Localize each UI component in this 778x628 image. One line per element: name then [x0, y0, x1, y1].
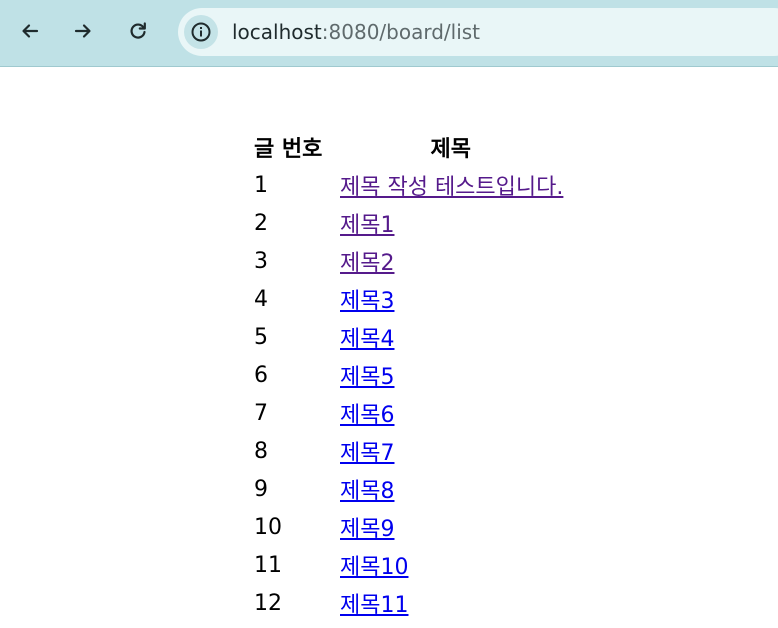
- table-row: 9 제목8: [252, 470, 565, 508]
- address-bar[interactable]: localhost:8080/board/list: [178, 8, 778, 56]
- post-title-cell: 제목6: [338, 394, 565, 432]
- post-title-link[interactable]: 제목11: [340, 593, 408, 618]
- post-title-cell: 제목7: [338, 432, 565, 470]
- post-number: 8: [254, 438, 268, 464]
- post-title-link[interactable]: 제목 작성 테스트입니다.: [340, 175, 563, 200]
- table-row: 8 제목7: [252, 432, 565, 470]
- arrow-right-icon: [74, 24, 91, 38]
- post-title-link[interactable]: 제목6: [340, 403, 394, 428]
- board-table: 글 번호 제목 1 제목 작성 테스트입니다. 2 제목1 3 제목2 4 제목3 5 제목4 6 제…: [250, 128, 567, 622]
- post-number: 6: [254, 362, 268, 388]
- header-number: 글 번호: [254, 137, 323, 162]
- url-host: localhost: [232, 20, 322, 44]
- url-path: :8080/board/list: [321, 20, 481, 44]
- table-row: 4 제목3: [252, 280, 565, 318]
- post-number: 4: [254, 286, 268, 312]
- table-row: 5 제목4: [252, 318, 565, 356]
- post-number: 9: [254, 476, 268, 502]
- post-title-link[interactable]: 제목9: [340, 517, 394, 542]
- post-number: 3: [254, 248, 268, 274]
- post-title-cell: 제목5: [338, 356, 565, 394]
- table-body: 1 제목 작성 테스트입니다. 2 제목1 3 제목2 4 제목3 5 제목4 6 제목5 7 제목6 8 제…: [252, 166, 565, 622]
- info-icon: [191, 22, 211, 42]
- post-number: 1: [254, 172, 268, 198]
- post-title-link[interactable]: 제목10: [340, 555, 408, 580]
- table-row: 2 제목1: [252, 204, 565, 242]
- post-number: 10: [254, 514, 282, 540]
- post-number: 2: [254, 210, 268, 236]
- url-text[interactable]: localhost:8080/board/list: [232, 20, 480, 44]
- board-list: 글 번호 제목 1 제목 작성 테스트입니다. 2 제목1 3 제목2 4 제목3 5 제목4 6 제…: [250, 128, 567, 622]
- browser-toolbar: localhost:8080/board/list: [0, 0, 778, 67]
- post-number: 5: [254, 324, 268, 350]
- arrow-left-icon: [22, 24, 39, 38]
- post-number: 12: [254, 590, 282, 616]
- post-title-link[interactable]: 제목8: [340, 479, 394, 504]
- post-title-cell: 제목10: [338, 546, 565, 584]
- table-row: 10 제목9: [252, 508, 565, 546]
- table-row: 11 제목10: [252, 546, 565, 584]
- post-title-cell: 제목4: [338, 318, 565, 356]
- post-title-cell: 제목 작성 테스트입니다.: [338, 166, 565, 204]
- back-button[interactable]: [14, 15, 46, 47]
- table-row: 12 제목11: [252, 584, 565, 622]
- post-number: 11: [254, 552, 282, 578]
- post-number: 7: [254, 400, 268, 426]
- post-title-cell: 제목2: [338, 242, 565, 280]
- post-title-link[interactable]: 제목2: [340, 251, 394, 276]
- table-row: 6 제목5: [252, 356, 565, 394]
- post-title-link[interactable]: 제목1: [340, 213, 394, 238]
- site-info-button[interactable]: [184, 15, 218, 49]
- post-title-cell: 제목1: [338, 204, 565, 242]
- table-row: 1 제목 작성 테스트입니다.: [252, 166, 565, 204]
- forward-button[interactable]: [67, 15, 99, 47]
- post-title-cell: 제목9: [338, 508, 565, 546]
- post-title-link[interactable]: 제목5: [340, 365, 394, 390]
- table-row: 7 제목6: [252, 394, 565, 432]
- header-title: 제목: [430, 137, 471, 162]
- post-title-cell: 제목11: [338, 584, 565, 622]
- table-header-row: 글 번호 제목: [252, 128, 565, 166]
- post-title-link[interactable]: 제목7: [340, 441, 394, 466]
- reload-button[interactable]: [122, 15, 154, 47]
- post-title-link[interactable]: 제목4: [340, 327, 394, 352]
- reload-icon: [130, 22, 146, 39]
- post-title-cell: 제목8: [338, 470, 565, 508]
- table-row: 3 제목2: [252, 242, 565, 280]
- post-title-cell: 제목3: [338, 280, 565, 318]
- post-title-link[interactable]: 제목3: [340, 289, 394, 314]
